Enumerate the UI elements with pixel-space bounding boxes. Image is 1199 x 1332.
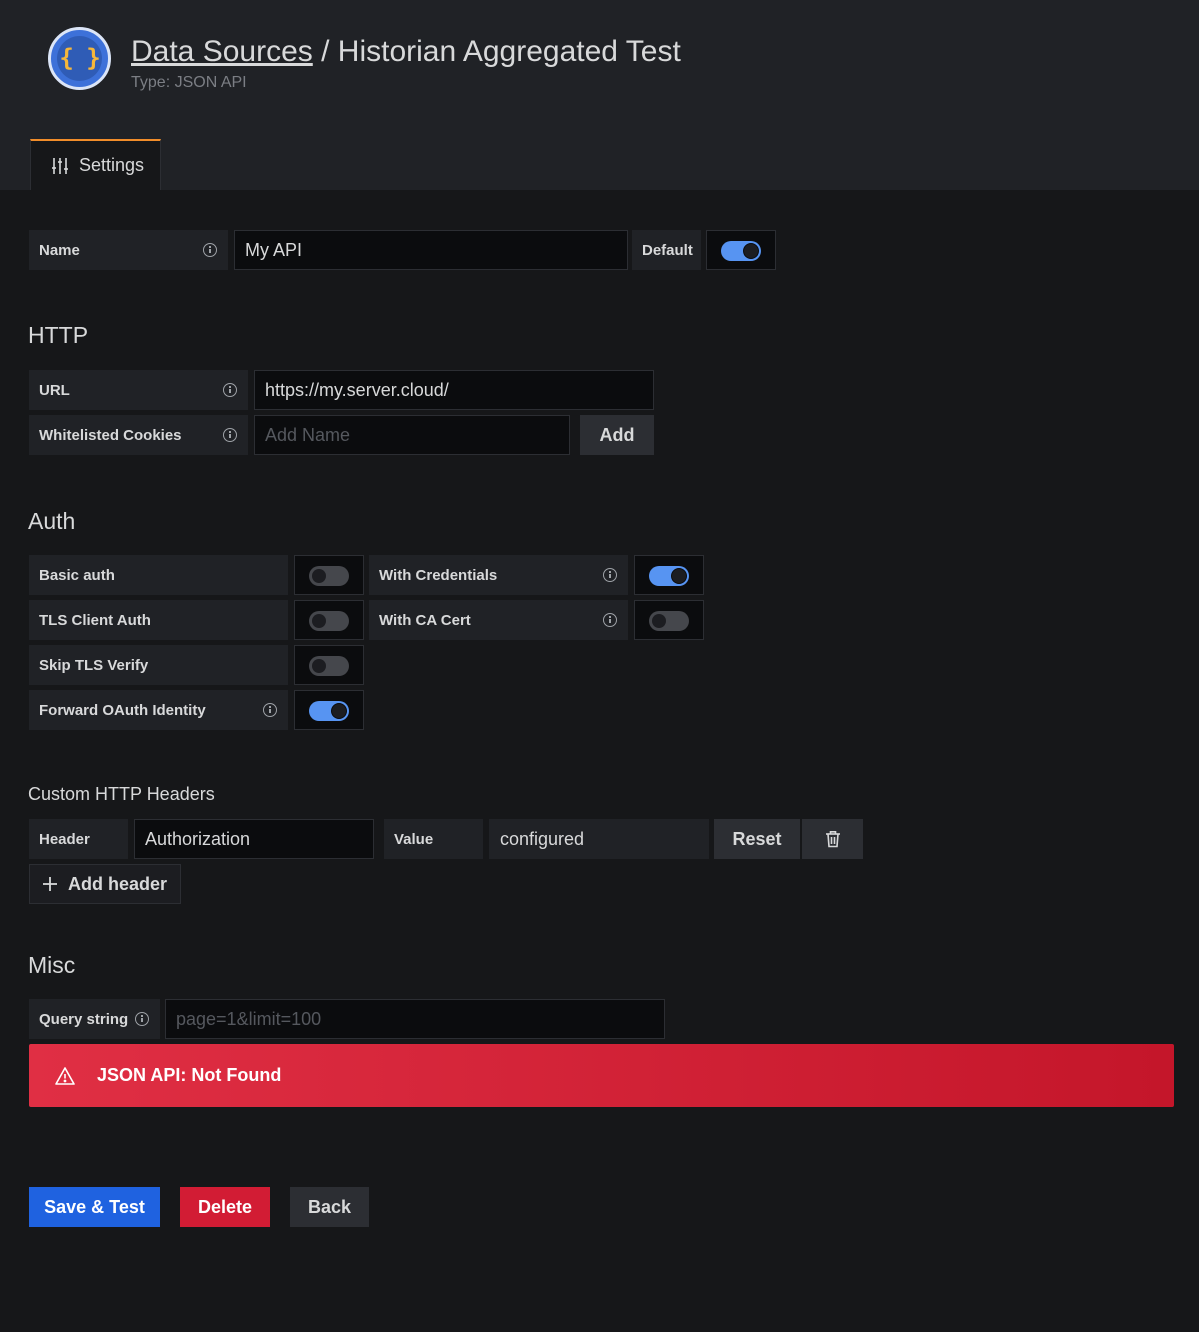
tab-settings-label: Settings [79,155,145,175]
url-label: URL [29,370,248,410]
default-label: Default [632,230,701,270]
header-name-input[interactable]: Authorization [134,819,374,859]
page-title: Data Sources / Historian Aggregated Test [131,35,681,69]
reset-header-button[interactable]: Reset [714,819,800,859]
default-toggle-box [706,230,776,270]
with-credentials-label: With Credentials [369,555,628,595]
info-icon[interactable] [223,428,237,442]
sliders-icon [52,157,68,174]
header-label: Header [29,819,128,859]
add-header-button[interactable]: Add header [29,864,181,904]
default-toggle[interactable] [721,241,761,261]
basic-auth-toggle-box [294,555,364,595]
query-string-label: Query string [29,999,160,1039]
with-ca-cert-label: With CA Cert [369,600,628,640]
info-icon[interactable] [203,243,217,257]
trash-icon [825,831,840,848]
page-header: { } Data Sources / Historian Aggregated … [0,0,1199,190]
auth-section-title: Auth [28,508,76,534]
tls-client-auth-label: TLS Client Auth [29,600,288,640]
url-input[interactable]: https://my.server.cloud/ [254,370,654,410]
error-alert: JSON API: Not Found [29,1044,1174,1107]
value-label: Value [384,819,483,859]
info-icon[interactable] [135,1012,149,1026]
with-credentials-toggle[interactable] [649,566,689,586]
forward-oauth-label: Forward OAuth Identity [29,690,288,730]
datasource-name: Historian Aggregated Test [337,35,681,68]
warning-icon [55,1066,75,1085]
plus-icon [43,877,57,891]
with-credentials-toggle-box [634,555,704,595]
name-label: Name [29,230,228,270]
basic-auth-toggle[interactable] [309,566,349,586]
save-test-button[interactable]: Save & Test [29,1187,160,1227]
add-cookie-button[interactable]: Add [580,415,654,455]
query-string-input[interactable]: page=1&limit=100 [165,999,665,1039]
basic-auth-label: Basic auth [29,555,288,595]
breadcrumb-separator: / [312,35,338,68]
http-section-title: HTTP [28,322,89,348]
forward-oauth-toggle-box [294,690,364,730]
misc-section-title: Misc [28,952,76,978]
tab-settings[interactable]: Settings [30,139,161,190]
cookie-name-input[interactable]: Add Name [254,415,570,455]
breadcrumb-data-sources-link[interactable]: Data Sources [131,35,313,68]
delete-header-button[interactable] [802,819,863,859]
info-icon[interactable] [603,568,617,582]
skip-tls-verify-toggle[interactable] [309,656,349,676]
datasource-type: Type: JSON API [131,74,247,91]
alert-message: JSON API: Not Found [97,1065,282,1085]
info-icon[interactable] [223,383,237,397]
with-ca-cert-toggle[interactable] [649,611,689,631]
tls-client-auth-toggle[interactable] [309,611,349,631]
name-input[interactable]: My API [234,230,628,270]
forward-oauth-toggle[interactable] [309,701,349,721]
with-ca-cert-toggle-box [634,600,704,640]
whitelisted-cookies-label: Whitelisted Cookies [29,415,248,455]
skip-tls-verify-label: Skip TLS Verify [29,645,288,685]
skip-tls-verify-toggle-box [294,645,364,685]
json-api-logo-icon: { } [48,27,111,90]
back-button[interactable]: Back [290,1187,369,1227]
header-value-field: configured [489,819,709,859]
tls-client-auth-toggle-box [294,600,364,640]
delete-button[interactable]: Delete [180,1187,270,1227]
info-icon[interactable] [263,703,277,717]
custom-headers-title: Custom HTTP Headers [28,784,215,804]
info-icon[interactable] [603,613,617,627]
